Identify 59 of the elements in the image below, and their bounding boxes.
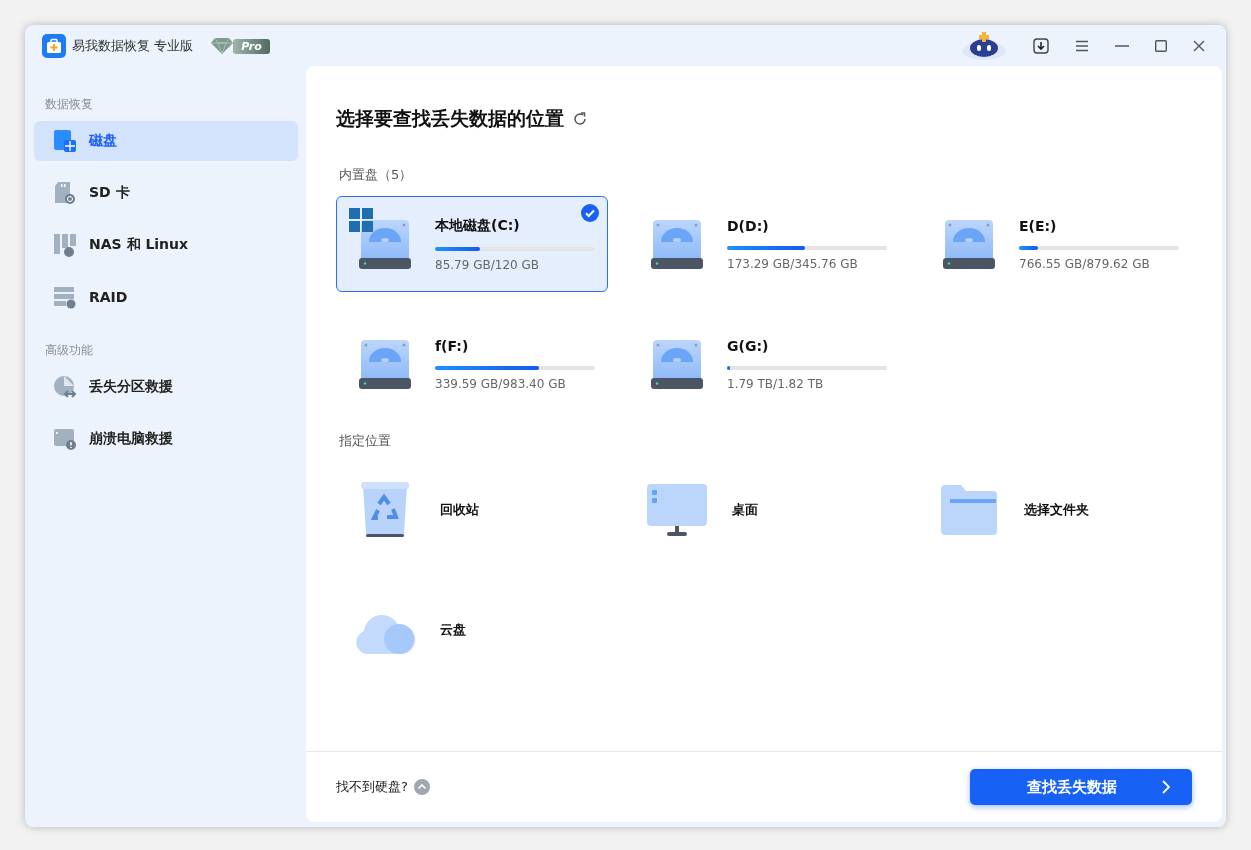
drive-size: 339.59 GB/983.40 GB — [435, 376, 567, 391]
drive-card[interactable]: G(G:) 1.79 TB/1.82 TB — [628, 316, 900, 412]
close-icon[interactable] — [1193, 39, 1205, 52]
group-label: 内置盘（5） — [339, 166, 414, 184]
location-item[interactable]: 桌面 — [628, 462, 900, 558]
minimize-icon[interactable] — [1115, 44, 1129, 47]
drive-name: 本地磁盘(C:) — [435, 216, 521, 235]
maximize-icon[interactable] — [1155, 39, 1167, 52]
page-heading: 选择要查找丢失数据的位置 — [336, 106, 564, 131]
hard-drive-icon — [651, 218, 703, 270]
monitor-icon — [646, 483, 708, 537]
help-text: 找不到硬盘? — [336, 778, 408, 796]
sidebar-item[interactable]: NAS 和 Linux — [34, 225, 298, 265]
hard-drive-icon — [943, 218, 995, 270]
drive-size: 85.79 GB/120 GB — [435, 257, 540, 272]
section-label: 数据恢复 — [44, 97, 94, 112]
mascot-icon[interactable] — [961, 30, 1007, 61]
drive-size: 173.29 GB/345.76 GB — [727, 256, 859, 271]
group-label: 指定位置 — [339, 432, 392, 450]
scan-button[interactable]: 查找丢失数据 — [970, 769, 1192, 805]
check-icon — [581, 204, 599, 222]
drive-name: G(G:) — [727, 337, 770, 354]
pro-badge: Pro — [233, 38, 270, 54]
diamond-icon — [211, 38, 234, 54]
sidebar-item[interactable]: RAID — [34, 277, 298, 317]
location-item[interactable]: 云盘 — [336, 582, 608, 678]
folder-icon — [941, 485, 997, 535]
drive-card[interactable]: D(D:) 173.29 GB/345.76 GB — [628, 196, 900, 292]
sidebar-item[interactable]: 崩溃电脑救援 — [34, 419, 298, 459]
raid-icon — [53, 285, 77, 309]
chevron-right-icon — [1162, 780, 1170, 794]
recycle-bin-icon — [360, 482, 410, 538]
sidebar-item[interactable]: 磁盘 — [34, 121, 298, 161]
partition-icon — [53, 375, 77, 399]
hard-drive-icon — [651, 338, 703, 390]
drive-name: D(D:) — [727, 217, 770, 234]
refresh-icon[interactable] — [572, 111, 588, 127]
server-icon — [53, 233, 77, 257]
menu-icon[interactable] — [1075, 39, 1089, 52]
drive-card[interactable]: f(F:) 339.59 GB/983.40 GB — [336, 316, 608, 412]
crashed-pc-icon — [53, 427, 77, 451]
app-title: 易我数据恢复 专业版 — [72, 37, 194, 55]
toolbox-logo-icon — [42, 34, 66, 58]
sidebar-item[interactable]: SD 卡 — [34, 173, 298, 213]
download-icon[interactable] — [1033, 37, 1049, 54]
section-label: 高级功能 — [44, 343, 94, 358]
drive-size: 1.79 TB/1.82 TB — [727, 376, 825, 391]
sidebar-item[interactable]: 丢失分区救援 — [34, 367, 298, 407]
drive-name: E(E:) — [1019, 217, 1058, 234]
drive-card[interactable]: 本地磁盘(C:) 85.79 GB/120 GB — [336, 196, 608, 292]
drive-card[interactable]: E(E:) 766.55 GB/879.62 GB — [920, 196, 1192, 292]
hard-drive-icon — [359, 338, 411, 390]
sd-card-icon — [53, 181, 77, 205]
drive-name: f(F:) — [435, 337, 470, 354]
location-item[interactable]: 回收站 — [336, 462, 608, 558]
drive-size: 766.55 GB/879.62 GB — [1019, 256, 1151, 271]
hard-drive-icon — [359, 218, 411, 270]
location-item[interactable]: 选择文件夹 — [920, 462, 1192, 558]
disk-icon — [53, 129, 77, 153]
